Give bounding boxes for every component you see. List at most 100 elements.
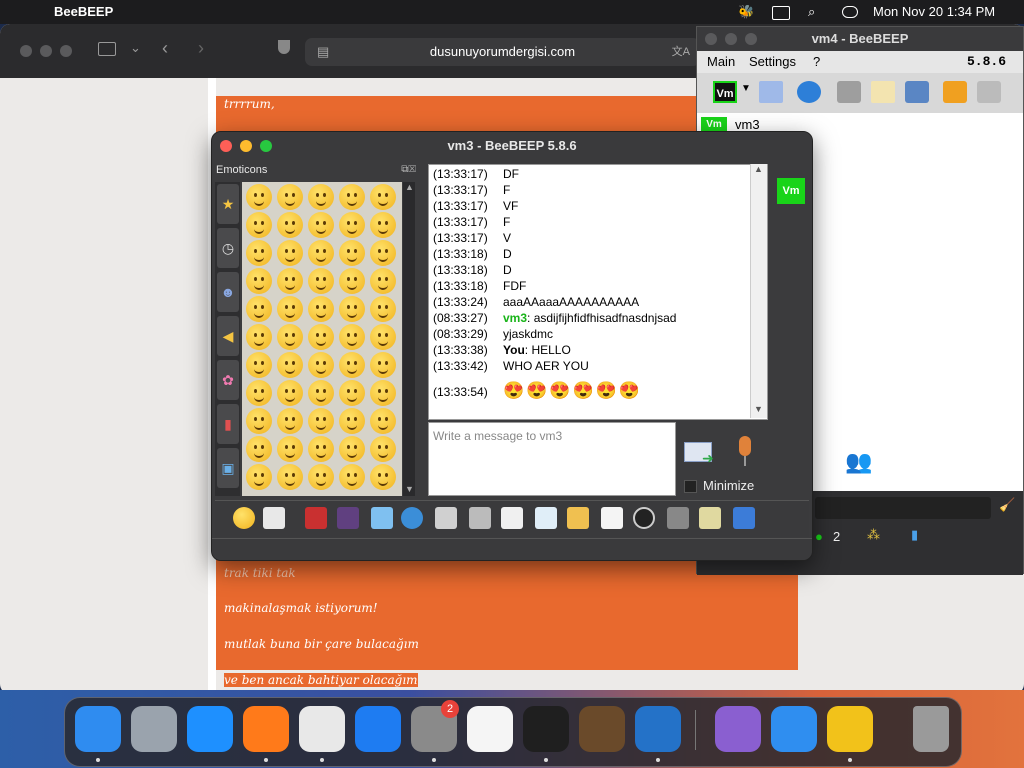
emoticon-icon[interactable] [246, 240, 272, 266]
emoticon-icon[interactable] [370, 268, 396, 294]
spellcheck-icon[interactable] [435, 507, 457, 529]
app-store-icon[interactable] [355, 706, 401, 752]
chat-scrollbar[interactable]: ▲ ▼ [750, 164, 767, 418]
back-icon[interactable]: ‹ [162, 38, 168, 59]
share-icon[interactable]: ▮ [911, 527, 918, 543]
symbols-tab-icon[interactable]: ▣ [217, 448, 239, 488]
download-icon[interactable] [943, 81, 967, 103]
emoticon-scrollbar[interactable]: ▲ ▼ [403, 182, 415, 496]
checkbox-box[interactable] [684, 480, 697, 494]
close-button[interactable] [705, 33, 717, 45]
emoticon-icon[interactable] [370, 352, 396, 378]
emoticon-icon[interactable] [370, 240, 396, 266]
emoticon-icon[interactable] [308, 324, 334, 350]
group-icon[interactable]: ⁂ [867, 527, 880, 543]
emoticon-icon[interactable] [277, 240, 303, 266]
clear-icon[interactable]: 🧹 [999, 497, 1015, 513]
vs-code-icon[interactable] [635, 706, 681, 752]
objects-tab-icon[interactable]: ◀ [217, 316, 239, 356]
screen-mirroring-icon[interactable] [772, 6, 790, 20]
settings-icon[interactable] [401, 507, 423, 529]
control-center-icon[interactable] [842, 6, 858, 18]
menu-main[interactable]: Main [707, 54, 735, 69]
emoticon-icon[interactable] [308, 436, 334, 462]
html-icon[interactable] [601, 507, 623, 529]
save-chat-icon[interactable] [733, 507, 755, 529]
launchpad-icon[interactable] [131, 706, 177, 752]
scroll-down-icon[interactable]: ▼ [754, 404, 763, 414]
minimize-button[interactable] [40, 45, 52, 57]
member-avatar[interactable]: Vm [777, 178, 805, 204]
emoticon-icon[interactable] [308, 184, 334, 210]
emoticon-icon[interactable] [370, 380, 396, 406]
music-icon[interactable] [501, 507, 523, 529]
emoticon-icon[interactable] [277, 464, 303, 490]
weather-icon[interactable] [771, 706, 817, 752]
zoom-button[interactable] [60, 45, 72, 57]
emoticon-icon[interactable] [277, 268, 303, 294]
emoticon-icon[interactable] [370, 436, 396, 462]
scroll-up-icon[interactable]: ▲ [754, 164, 763, 174]
address-bar[interactable]: ▤ dusunuyorumdergisi.com 文A [305, 38, 700, 66]
emoticon-icon[interactable] [339, 464, 365, 490]
menu-clock[interactable]: Mon Nov 20 1:34 PM [873, 4, 995, 19]
emoticon-icon[interactable] [370, 212, 396, 238]
emoticon-icon[interactable] [308, 464, 334, 490]
status-avatar[interactable]: Vm [713, 81, 737, 103]
chrome-icon[interactable] [299, 706, 345, 752]
folder-share-icon[interactable] [567, 507, 589, 529]
dictionary-icon[interactable] [469, 507, 491, 529]
finder-icon[interactable] [75, 706, 121, 752]
emoticon-icon[interactable] [339, 436, 365, 462]
forward-icon[interactable]: › [198, 38, 204, 59]
emoticon-icon[interactable] [308, 240, 334, 266]
menu-help[interactable]: ? [813, 54, 820, 69]
terminal-icon[interactable] [523, 706, 569, 752]
emoticon-icon[interactable] [370, 408, 396, 434]
emoticon-icon[interactable] [277, 324, 303, 350]
garageband-icon[interactable] [579, 706, 625, 752]
notes-icon[interactable] [699, 507, 721, 529]
trash-icon[interactable] [977, 81, 1001, 103]
minimize-button[interactable] [725, 33, 737, 45]
nature-tab-icon[interactable]: ✿ [217, 360, 239, 400]
emoticon-icon[interactable] [277, 436, 303, 462]
emoticon-icon[interactable] [308, 380, 334, 406]
send-file-icon[interactable] [263, 507, 285, 529]
emoticon-icon[interactable] [339, 184, 365, 210]
emoticon-icon[interactable] [339, 408, 365, 434]
send-button[interactable]: ➜ [682, 438, 716, 466]
export-icon[interactable] [535, 507, 557, 529]
emoticon-icon[interactable] [246, 464, 272, 490]
broadcast-icon[interactable] [837, 81, 861, 103]
font-icon[interactable] [337, 507, 359, 529]
sidebar-icon[interactable] [98, 42, 116, 56]
close-button[interactable] [20, 45, 32, 57]
emoticon-icon[interactable] [246, 408, 272, 434]
trash-icon[interactable] [913, 706, 949, 752]
emoticon-icon[interactable] [308, 212, 334, 238]
menu-settings[interactable]: Settings [749, 54, 796, 69]
emoticon-icon[interactable] [246, 436, 272, 462]
privacy-shield-icon[interactable] [278, 40, 290, 54]
recent-tab-icon[interactable]: ◷ [217, 228, 239, 268]
minimize-button[interactable] [240, 140, 252, 152]
emoticon-icon[interactable] [339, 240, 365, 266]
emoticon-icon[interactable] [339, 380, 365, 406]
emoticon-icon[interactable] [370, 184, 396, 210]
favorites-tab-icon[interactable]: ★ [217, 184, 239, 224]
write-message-icon[interactable] [871, 81, 895, 103]
message-input[interactable]: Write a message to vm3 [428, 422, 676, 496]
emoticon-icon[interactable] [246, 184, 272, 210]
close-button[interactable] [220, 140, 232, 152]
voice-message-button[interactable] [734, 436, 756, 468]
chat-icon[interactable]: ● [815, 529, 823, 544]
visual-studio-icon[interactable] [715, 706, 761, 752]
search-icon[interactable]: ⌕ [808, 4, 815, 20]
emoticon-icon[interactable] [246, 268, 272, 294]
print-icon[interactable] [667, 507, 689, 529]
emoticon-icon[interactable] [246, 380, 272, 406]
emoticon-icon[interactable] [308, 296, 334, 322]
emoticon-icon[interactable] [246, 296, 272, 322]
emoticon-icon[interactable] [246, 352, 272, 378]
